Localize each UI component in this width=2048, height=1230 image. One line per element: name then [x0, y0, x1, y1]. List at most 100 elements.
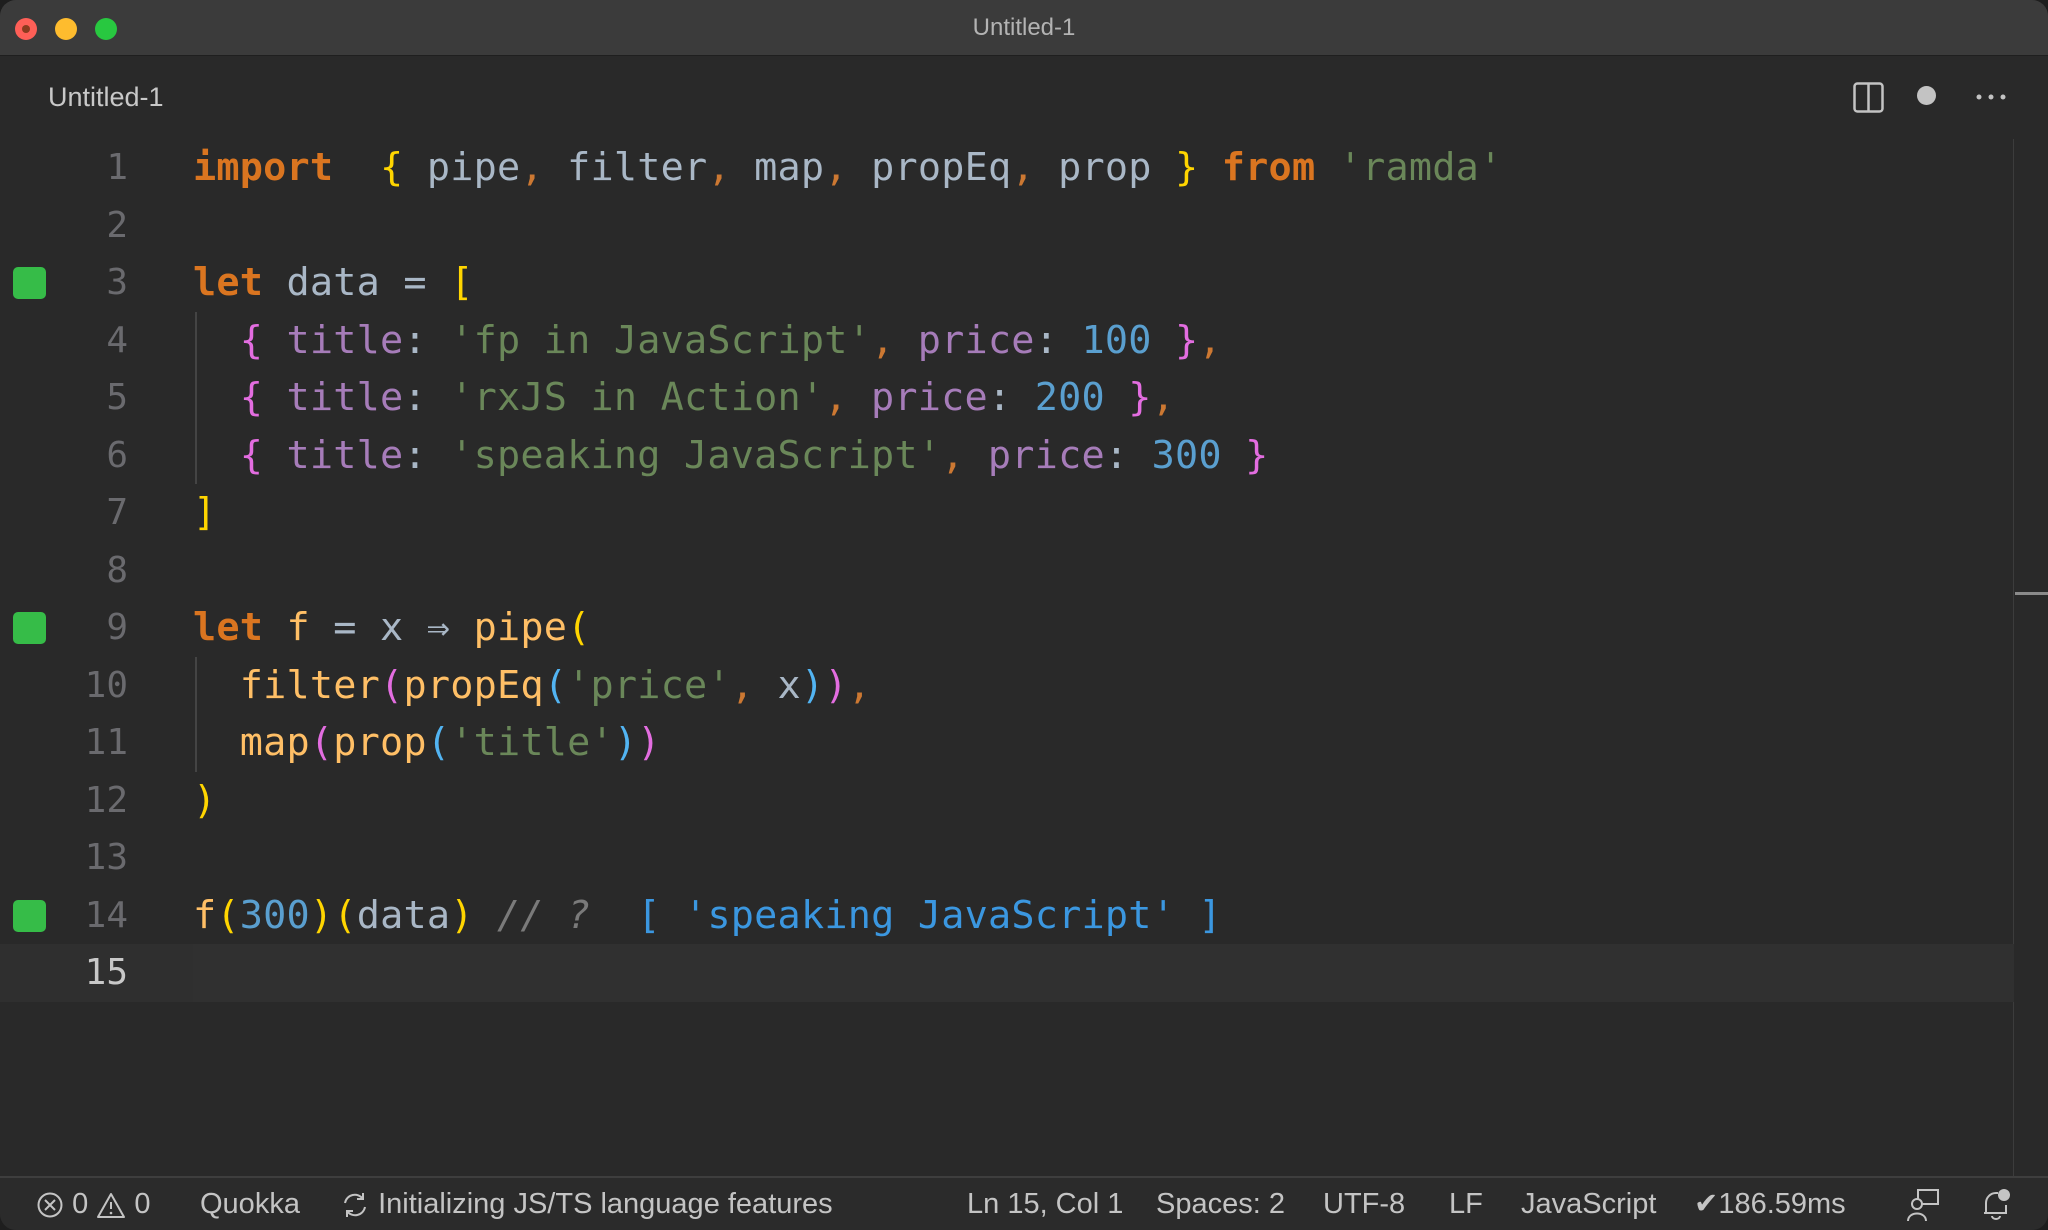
error-icon	[36, 1188, 64, 1220]
code-token: :	[1104, 432, 1129, 478]
code-editor[interactable]: 1 import { pipe, filter, map, propEq, pro…	[0, 139, 2048, 1176]
code-token: )	[637, 720, 661, 765]
split-editor-icon[interactable]	[1853, 82, 1884, 113]
code-token: propEq	[847, 145, 1012, 190]
current-line-highlight	[193, 944, 2014, 1002]
code-token: )	[309, 892, 334, 938]
language-mode[interactable]: JavaScript	[1521, 1178, 1656, 1230]
code-line[interactable]: 3 let data = [	[0, 254, 2014, 312]
code-token: ,	[824, 375, 848, 420]
line-code: filter(propEq('price', x)),	[193, 657, 871, 715]
feedback-button[interactable]	[1906, 1178, 1940, 1230]
window-title: Untitled-1	[972, 14, 1076, 41]
code-token: title	[263, 432, 404, 478]
code-token: prop	[1034, 145, 1176, 190]
tab-untitled-1[interactable]: Untitled-1	[48, 82, 164, 113]
code-line[interactable]: 5 { title: 'rxJS in Action', price: 200 …	[0, 369, 2014, 427]
code-token: pipe	[473, 605, 568, 650]
quokka-coverage-marker	[13, 899, 46, 932]
cursor-position[interactable]: Ln 15, Col 1	[967, 1178, 1123, 1230]
code-line[interactable]: 10 filter(propEq('price', x)),	[0, 657, 2014, 715]
code-token: )	[450, 892, 474, 938]
warning-count: 0	[134, 1188, 151, 1220]
overview-ruler-cursor-mark	[2015, 592, 2048, 595]
code-token: ,	[730, 662, 755, 708]
code-token: 200	[1011, 375, 1105, 420]
code-token: {	[193, 317, 264, 363]
code-token: f	[263, 605, 310, 650]
eol-setting[interactable]: LF	[1449, 1178, 1483, 1230]
code-token: = x ⇒	[309, 605, 474, 650]
code-token: 'rxJS in Action'	[426, 375, 825, 420]
code-token: (	[567, 605, 591, 650]
code-line[interactable]: 4 { title: 'fp in JavaScript', price: 10…	[0, 312, 2014, 370]
quokka-coverage-marker	[13, 267, 46, 299]
line-number: 12	[84, 779, 128, 821]
unsaved-dot-icon[interactable]	[1917, 86, 1936, 105]
notifications-button[interactable]	[1980, 1178, 2012, 1230]
code-line[interactable]: 9 let f = x ⇒ pipe(	[0, 599, 2014, 657]
line-number: 5	[106, 377, 128, 418]
line-number: 3	[106, 262, 128, 303]
code-token: (	[380, 662, 404, 708]
timing-value: 186.59ms	[1718, 1188, 1846, 1220]
code-token: (	[426, 720, 451, 765]
code-token: 300	[1128, 432, 1222, 478]
code-token: (	[543, 662, 568, 708]
code-token: ,	[871, 317, 895, 363]
code-token: 300	[239, 892, 310, 938]
code-token: ,	[941, 432, 965, 478]
more-actions-icon[interactable]	[1975, 82, 2009, 112]
code-token: 'speaking JavaScript'	[426, 432, 942, 478]
code-token: :	[403, 432, 427, 478]
code-line[interactable]: 14 f(300)(data) // ? [ 'speaking JavaScri…	[0, 887, 2014, 945]
code-token: )	[800, 662, 825, 708]
quokka-coverage-marker	[13, 612, 46, 644]
code-token: 100	[1058, 317, 1152, 363]
code-token: price	[894, 317, 1035, 363]
tab-bar: Untitled-1	[0, 56, 2048, 139]
code-line[interactable]: 1 import { pipe, filter, map, propEq, pro…	[0, 139, 2014, 197]
code-token: ,	[1151, 375, 1176, 420]
code-line[interactable]: 15	[0, 944, 2014, 1002]
indentation-setting[interactable]: Spaces: 2	[1156, 1178, 1285, 1230]
code-token: f	[193, 892, 217, 938]
code-token: prop	[333, 720, 427, 765]
code-token: 'title'	[450, 720, 614, 765]
code-token: price	[847, 375, 988, 420]
code-token: // ?	[473, 892, 614, 938]
init-message: Initializing JS/TS language features	[378, 1188, 833, 1220]
code-line[interactable]: 13	[0, 829, 2014, 887]
code-line[interactable]: 12)	[0, 772, 2014, 830]
code-line[interactable]: 7]	[0, 484, 2014, 542]
code-line[interactable]: 8	[0, 542, 2014, 600]
line-code: import { pipe, filter, map, propEq, prop…	[193, 139, 1502, 197]
line-number: 4	[106, 319, 128, 361]
code-line[interactable]: 6 { title: 'speaking JavaScript', price:…	[0, 427, 2014, 485]
code-token: ]	[193, 490, 217, 535]
code-token: }	[1175, 145, 1199, 190]
code-line[interactable]: 11 map(prop('title'))	[0, 714, 2014, 772]
language-server-status[interactable]: Initializing JS/TS language features	[340, 1178, 833, 1230]
line-number: 10	[84, 664, 128, 706]
code-token: pipe	[403, 145, 521, 190]
quokka-timing[interactable]: ✔186.59ms	[1694, 1178, 1846, 1230]
line-code: { title: 'speaking JavaScript', price: 3…	[193, 427, 1269, 485]
problems-indicator[interactable]: 0 0	[36, 1178, 150, 1230]
editor-window: Untitled-1 Untitled-1 1 import { pipe, fi…	[0, 0, 2048, 1230]
code-token: map	[193, 720, 310, 765]
code-token: map	[730, 145, 825, 190]
code-token: let	[193, 605, 264, 650]
encoding-setting[interactable]: UTF-8	[1323, 1178, 1405, 1230]
status-bar: 0 0 Quokka Initializing JS/TS language f…	[0, 1176, 2048, 1230]
line-number: 2	[106, 204, 128, 246]
line-code: { title: 'rxJS in Action', price: 200 },	[193, 369, 1175, 427]
code-token: import	[193, 145, 334, 190]
sync-icon	[340, 1188, 370, 1220]
quokka-status[interactable]: Quokka	[200, 1178, 300, 1230]
line-code: f(300)(data) // ? [ 'speaking JavaScript…	[193, 887, 1222, 945]
code-token: title	[263, 317, 404, 363]
code-line[interactable]: 2	[0, 197, 2014, 255]
code-token: 'price'	[567, 662, 731, 708]
